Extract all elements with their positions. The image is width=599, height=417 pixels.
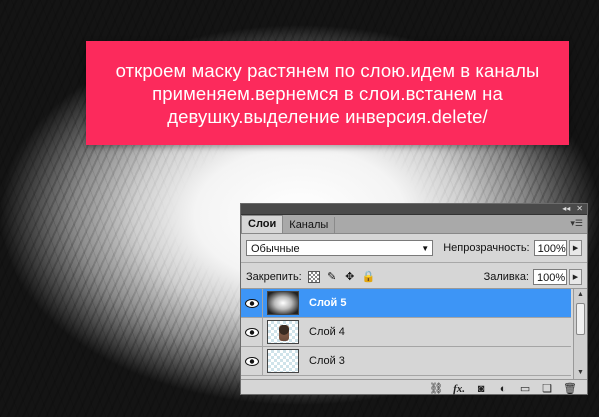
- opacity-input[interactable]: 100%: [533, 240, 568, 256]
- layer-row-4[interactable]: Слой 4: [241, 317, 571, 347]
- layer-row-3[interactable]: Слой 3: [241, 346, 571, 376]
- layers-list: Слой 5 Слой 4 Слой 3 ▲ ▼: [241, 288, 587, 379]
- layers-scrollbar[interactable]: ▲ ▼: [573, 289, 587, 379]
- opacity-label: Непрозрачность:: [443, 242, 530, 254]
- layer-name[interactable]: Слой 5: [309, 297, 346, 309]
- link-icon[interactable]: ⛓: [429, 382, 443, 395]
- lock-icons: ✎ ✥ 🔒: [307, 271, 380, 283]
- collapse-icon[interactable]: ◂◂: [562, 204, 570, 214]
- divider: [241, 262, 587, 263]
- layers-panel: ◂◂ ✕ Слои Каналы ▾☰ Обычные ▼ Непрозрачн…: [240, 203, 588, 395]
- tab-layers[interactable]: Слои: [241, 215, 284, 233]
- panel-bottom-toolbar: ⛓ fx. ◙ ◐ ▭ ❏ 🗑: [241, 379, 587, 397]
- blend-mode-value: Обычные: [251, 243, 300, 255]
- lock-row: Закрепить: ✎ ✥ 🔒 Заливка: 100% ▶: [241, 266, 587, 288]
- banner-line-2: применяем.вернемся в слои.встанем на: [152, 82, 503, 104]
- panel-titlebar[interactable]: ◂◂ ✕: [241, 204, 587, 215]
- new-layer-icon[interactable]: ❏: [541, 382, 553, 395]
- visibility-eye-icon[interactable]: [241, 317, 263, 347]
- scroll-down-icon[interactable]: ▼: [574, 367, 587, 379]
- lock-position-icon[interactable]: ✥: [344, 271, 356, 283]
- lock-label: Закрепить:: [246, 271, 302, 283]
- fill-slider-button[interactable]: ▶: [569, 269, 582, 285]
- instruction-banner: откроем маску растянем по слою.идем в ка…: [86, 41, 569, 145]
- tab-channels[interactable]: Каналы: [283, 217, 336, 233]
- fill-group: Заливка: 100% ▶: [484, 269, 582, 285]
- scroll-thumb[interactable]: [576, 303, 585, 335]
- layer-name[interactable]: Слой 3: [309, 355, 345, 367]
- fill-label: Заливка:: [483, 271, 529, 283]
- blend-row: Обычные ▼ Непрозрачность: 100% ▶: [241, 237, 587, 259]
- layer-thumbnail: [267, 320, 299, 344]
- banner-text: откроем маску растянем по слою.идем в ка…: [98, 59, 558, 128]
- folder-icon[interactable]: ▭: [519, 382, 531, 395]
- visibility-eye-icon[interactable]: [241, 346, 263, 376]
- layer-row-5[interactable]: Слой 5: [241, 288, 571, 318]
- lock-transparency-icon[interactable]: [307, 271, 320, 283]
- opacity-slider-button[interactable]: ▶: [569, 240, 582, 256]
- panel-menu-icon[interactable]: ▾☰: [570, 218, 583, 229]
- lock-all-icon[interactable]: 🔒: [362, 271, 376, 283]
- dropdown-arrow-icon: ▼: [421, 244, 430, 253]
- blend-mode-select[interactable]: Обычные ▼: [246, 240, 434, 256]
- fx-icon[interactable]: fx.: [453, 383, 465, 395]
- banner-line-3: девушку.выделение инверсия.delete/: [167, 105, 488, 127]
- layer-thumbnail: [267, 349, 299, 373]
- add-mask-icon[interactable]: ◙: [475, 383, 487, 395]
- trash-icon[interactable]: 🗑: [563, 382, 577, 395]
- fill-input[interactable]: 100%: [533, 269, 567, 285]
- layer-thumbnail: [267, 291, 299, 315]
- panel-tabs: Слои Каналы ▾☰: [241, 215, 587, 234]
- banner-line-1: откроем маску растянем по слою.идем в ка…: [115, 59, 540, 81]
- lock-pixels-icon[interactable]: ✎: [326, 271, 338, 283]
- visibility-eye-icon[interactable]: [241, 288, 263, 318]
- close-panel-icon[interactable]: ✕: [576, 204, 583, 214]
- layer-name[interactable]: Слой 4: [309, 326, 345, 338]
- scroll-up-icon[interactable]: ▲: [574, 289, 587, 301]
- adjustment-icon[interactable]: ◐: [497, 383, 509, 395]
